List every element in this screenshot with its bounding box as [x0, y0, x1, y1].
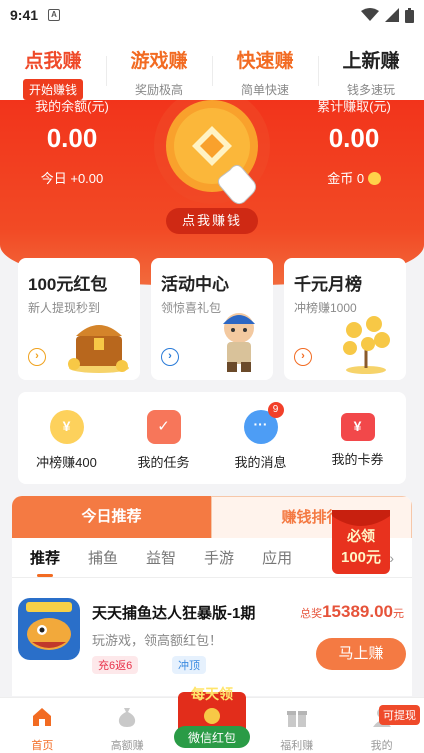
total-block: 累计赚取(元) 0.00 金币 0: [304, 96, 404, 187]
tab-title: 点我赚: [24, 51, 82, 72]
entry-my-messages[interactable]: ··· 9 我的消息: [212, 392, 309, 484]
category-apps[interactable]: 应用: [262, 547, 292, 568]
floating-red-packet[interactable]: 必领 100元: [328, 506, 394, 578]
tag-recharge-return: 充6返6: [92, 656, 139, 674]
prize-unit: 元: [393, 608, 404, 620]
earn-money-button[interactable]: 点我赚钱: [166, 208, 258, 234]
nav-label: 首页: [31, 740, 54, 752]
nav-label: 高额赚: [110, 740, 144, 752]
float-packet-line2: 100元: [340, 549, 382, 566]
coins-count: 金币 0: [304, 168, 404, 187]
arrow-right-icon: ›: [28, 348, 46, 366]
treasure-chest-icon: [68, 325, 129, 373]
tab-shangxinzhuan[interactable]: 上新赚 钱多速玩: [318, 30, 424, 100]
ticket-icon: ¥: [340, 413, 375, 441]
card-title: 千元月榜: [294, 275, 362, 294]
status-icons: [361, 7, 414, 23]
big-coin-tap-icon[interactable]: [150, 100, 274, 210]
category-puzzle[interactable]: 益智: [146, 547, 176, 568]
money-bag-icon: [119, 708, 136, 727]
wechat-red-packet-button[interactable]: 每天领 微信红包: [170, 682, 254, 748]
entry-label: 我的消息: [234, 455, 287, 470]
earn-now-button[interactable]: 马上赚: [316, 638, 406, 670]
balance-block: 我的余额(元) 0.00 今日 +0.00: [22, 96, 122, 187]
category-mobile-games[interactable]: 手游: [204, 547, 234, 568]
arrow-right-icon: ›: [294, 348, 312, 366]
tab-kuaisuzhuan[interactable]: 快速赚 简单快速: [212, 30, 318, 100]
tab-dianwozhuan[interactable]: 点我赚 开始赚钱: [0, 30, 106, 100]
tab-title: 游戏赚: [130, 51, 188, 72]
game-list-item[interactable]: 天天捕鱼达人狂暴版-1期 总奖15389.00元 玩游戏，领高额红包！ 充6返6…: [12, 578, 412, 678]
card-100-red-packet[interactable]: 100元红包 新人提现秒到 ›: [18, 258, 140, 380]
nav-home[interactable]: 首页: [0, 698, 85, 753]
balance-value: 0.00: [46, 123, 98, 153]
coins-text: 金币 0: [327, 171, 365, 186]
nav-high-earn[interactable]: 高额赚: [85, 698, 170, 753]
tab-title: 快速赚: [236, 51, 294, 72]
entry-ranking-400[interactable]: ¥ 冲榜赚400: [18, 392, 115, 484]
nav-label: 福利赚: [280, 740, 314, 752]
entry-label: 我的卡券: [331, 452, 384, 467]
signal-icon: [385, 8, 399, 22]
quick-entry-row: ¥ 冲榜赚400 ✓ 我的任务 ··· 9 我的消息 ¥ 我的卡券: [18, 392, 406, 484]
tab-today-recommend[interactable]: 今日推荐: [12, 496, 211, 538]
card-title: 100元红包: [28, 275, 108, 294]
home-icon: [33, 708, 52, 726]
calendar-check-icon: ✓: [146, 410, 181, 444]
tag-rush-top: 冲顶: [172, 656, 206, 674]
card-monthly-ranking[interactable]: 千元月榜 冲榜赚1000 ›: [284, 258, 406, 380]
tab-subtitle: 奖励极高: [134, 83, 183, 97]
chat-bubble-icon: ··· 9: [243, 402, 284, 444]
app-screen: 9:41 A 点我赚 开始赚钱 游戏赚 奖励极高 快速赚 简单快速 上新赚 钱多…: [0, 0, 424, 753]
entry-my-tasks[interactable]: ✓ 我的任务: [115, 392, 212, 484]
money-tree-icon: [343, 316, 390, 374]
game-description: 玩游戏，领高额红包！: [92, 633, 223, 648]
tab-youxizhuan[interactable]: 游戏赚 奖励极高: [106, 30, 212, 100]
battery-icon: [405, 7, 414, 23]
arrow-right-icon: ›: [161, 348, 179, 366]
notification-a-icon: A: [48, 9, 61, 21]
center-packet-top: 每天领: [191, 686, 233, 702]
game-name: 天天捕鱼达人狂暴版-1期: [92, 605, 256, 622]
trophy-coin-icon: ¥: [49, 410, 84, 444]
prize-label: 总奖: [300, 608, 323, 620]
today-earnings: 今日 +0.00: [40, 171, 104, 186]
card-activity-center[interactable]: 活动中心 领惊喜礼包 ›: [151, 258, 273, 380]
balance-label: 我的余额(元): [35, 99, 109, 114]
prize-value: 15389.00: [322, 602, 393, 621]
status-bar: 9:41 A: [0, 0, 424, 30]
wifi-icon: [361, 8, 379, 21]
gift-icon: [286, 711, 307, 727]
withdrawable-badge: 可提现: [379, 705, 420, 725]
center-packet-bottom: 微信红包: [187, 731, 236, 745]
entry-label: 我的任务: [137, 455, 190, 470]
category-recommend[interactable]: 推荐: [30, 547, 60, 577]
nav-welfare[interactable]: 福利赚: [254, 698, 339, 753]
top-tab-bar: 点我赚 开始赚钱 游戏赚 奖励极高 快速赚 简单快速 上新赚 钱多速玩: [0, 30, 424, 100]
category-fishing[interactable]: 捕鱼: [88, 547, 118, 568]
entry-my-coupons[interactable]: ¥ 我的卡券: [309, 392, 406, 484]
nav-label: 我的: [370, 740, 393, 752]
message-count-badge: 9: [267, 402, 284, 418]
tab-subtitle: 简单快速: [240, 83, 289, 97]
entry-label: 冲榜赚400: [36, 455, 97, 470]
card-title: 活动中心: [161, 275, 229, 294]
status-time: 9:41: [10, 7, 39, 23]
total-value: 0.00: [328, 123, 380, 153]
float-packet-line1: 必领: [347, 528, 375, 544]
pirate-character-icon: [223, 313, 255, 372]
coin-icon: [367, 172, 381, 185]
game-prize: 总奖15389.00元: [300, 602, 404, 622]
total-label: 累计赚取(元): [317, 99, 391, 114]
tab-title: 上新赚: [342, 51, 400, 72]
fishing-game-icon: [18, 598, 80, 660]
